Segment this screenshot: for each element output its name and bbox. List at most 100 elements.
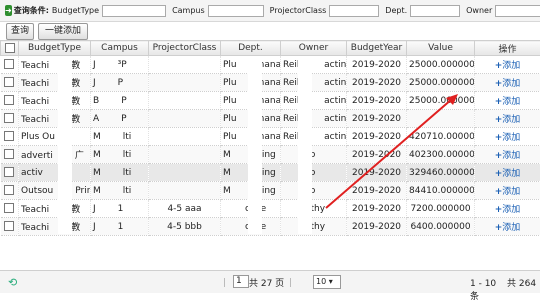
row-checkbox[interactable] <box>4 113 15 124</box>
cell-budgetyear-text: 2019-2020 <box>351 149 402 160</box>
cell-budgetyear: 2019-2020 <box>346 163 407 182</box>
cell-campus-text: lti <box>122 131 132 142</box>
cell-budgetyear-text: 2019-2020 <box>351 221 402 232</box>
budget-type-input[interactable] <box>102 4 167 17</box>
col-owner[interactable]: Owner <box>280 40 347 56</box>
add-link[interactable]: +添加 <box>495 223 521 233</box>
table-row[interactable]: adverti广MltiMetingko2019-2020402300.0000… <box>0 145 540 164</box>
campus-label: Campus <box>172 6 205 15</box>
row-checkbox-cell[interactable] <box>0 145 19 164</box>
row-checkbox[interactable] <box>4 221 15 232</box>
owner-input[interactable] <box>495 4 540 17</box>
add-link[interactable]: +添加 <box>495 133 521 143</box>
cell-budgettype: adverti 广 <box>18 145 91 164</box>
row-checkbox-cell[interactable] <box>0 181 19 200</box>
select-all-header[interactable] <box>0 40 19 56</box>
cell-owner: Reikacting) <box>280 91 347 110</box>
cell-value-text: 6400.000000 <box>410 221 471 232</box>
cell-campus-text: J <box>93 77 96 88</box>
cell-campus-text: lti <box>122 167 132 178</box>
table-row[interactable]: Teachi教BPPlunanagerReikacting)2019-20202… <box>0 91 540 110</box>
table-row[interactable]: Teachi教JPPlunanagerReikacting)2019-20202… <box>0 73 540 92</box>
row-checkbox[interactable] <box>4 95 15 106</box>
add-link[interactable]: +添加 <box>495 79 521 89</box>
table-row[interactable]: OutsouPrinMltiMetingko2019-202084410.000… <box>0 181 540 200</box>
col-campus[interactable]: Campus <box>90 40 149 56</box>
table-row[interactable]: Teachi教J³PPlunanagerReikacting)2019-2020… <box>0 55 540 74</box>
add-link[interactable]: +添加 <box>495 97 521 107</box>
add-label: 添加 <box>502 61 521 71</box>
col-budgetyear[interactable]: BudgetYear <box>346 40 407 56</box>
add-link[interactable]: +添加 <box>495 61 521 71</box>
row-checkbox[interactable] <box>4 149 15 160</box>
row-checkbox-cell[interactable] <box>0 55 19 74</box>
page-size-select[interactable]: 10 ▾ <box>313 275 341 289</box>
row-checkbox[interactable] <box>4 77 15 88</box>
add-link[interactable]: +添加 <box>495 115 521 125</box>
row-checkbox-cell[interactable] <box>0 73 19 92</box>
add-label: 添加 <box>502 115 521 125</box>
owner-label: Owner <box>466 6 493 15</box>
cell-budgettype-text: Teachi <box>21 97 50 107</box>
cell-projectorclass: 4-5 aaa <box>148 199 221 218</box>
cell-value-text: 420710.000000 <box>409 131 475 142</box>
row-checkbox[interactable] <box>4 131 15 142</box>
row-checkbox-cell[interactable] <box>0 199 19 218</box>
cell-action: +添加 <box>474 91 540 110</box>
cell-dept-text: Plu <box>223 95 237 106</box>
table-row[interactable]: Teachi教APPlunanagerReikacting)2019-2020+… <box>0 109 540 128</box>
cell-budgettype: Teachi 教 <box>18 199 91 218</box>
cell-action: +添加 <box>474 109 540 128</box>
table-row[interactable]: Plus OuMltiPlunanagerReikacting)2019-202… <box>0 127 540 146</box>
table-row[interactable]: Teachi教J14-5 aaacipleothy2019-20207200.0… <box>0 199 540 218</box>
table-header: BudgetType Campus ProjectorClass Dept. O… <box>0 40 540 56</box>
row-checkbox[interactable] <box>4 203 15 214</box>
add-link[interactable]: +添加 <box>495 205 521 215</box>
col-dept[interactable]: Dept. <box>220 40 281 56</box>
add-link[interactable]: +添加 <box>495 169 521 179</box>
cell-budgettype-text: 教 <box>71 205 81 215</box>
refresh-icon[interactable]: ⟲ <box>8 276 17 289</box>
page-input[interactable]: 1 <box>233 275 249 288</box>
add-link[interactable]: +添加 <box>495 151 521 161</box>
row-checkbox-cell[interactable] <box>0 109 19 128</box>
row-checkbox-cell[interactable] <box>0 127 19 146</box>
row-checkbox-cell[interactable] <box>0 217 19 236</box>
dept-input[interactable] <box>410 4 461 17</box>
cell-owner: ko <box>280 145 347 164</box>
query-button[interactable]: 查询 <box>6 23 34 40</box>
cell-campus-text: 1 <box>117 221 124 232</box>
cell-owner: ko <box>280 181 347 200</box>
table-row[interactable]: activMltiMetingko2019-2020329460.000000+… <box>0 163 540 182</box>
add-label: 添加 <box>502 187 521 197</box>
cell-budgetyear-text: 2019-2020 <box>351 167 402 178</box>
dept-label: Dept. <box>385 6 408 15</box>
cell-value: 329460.000000 <box>406 163 475 182</box>
col-projectorclass[interactable]: ProjectorClass <box>148 40 221 56</box>
cell-budgettype-text: 教 <box>71 223 81 233</box>
add-label: 添加 <box>502 151 521 161</box>
cell-campus: J1 <box>90 217 149 236</box>
table-row[interactable]: Teachi教J14-5 bbbcipleothy2019-20206400.0… <box>0 217 540 236</box>
cell-campus-text: M <box>93 149 101 160</box>
row-checkbox[interactable] <box>4 167 15 178</box>
row-checkbox[interactable] <box>4 59 15 70</box>
cell-dept-text: Plu <box>223 113 237 124</box>
bulk-add-button[interactable]: 一键添加 <box>38 23 88 40</box>
cell-dept-text: M <box>223 167 231 178</box>
cell-budgettype-text: adverti <box>21 151 53 161</box>
cell-campus: Mlti <box>90 163 149 182</box>
row-checkbox[interactable] <box>4 185 15 196</box>
add-link[interactable]: +添加 <box>495 187 521 197</box>
col-budgettype[interactable]: BudgetType <box>18 40 91 56</box>
col-value[interactable]: Value <box>406 40 475 56</box>
col-action: 操作 <box>474 40 540 56</box>
projector-class-input[interactable] <box>329 4 380 17</box>
row-checkbox-cell[interactable] <box>0 163 19 182</box>
cell-campus-text: J <box>93 221 96 232</box>
campus-input[interactable] <box>207 4 264 17</box>
select-all-checkbox[interactable] <box>4 42 15 53</box>
row-checkbox-cell[interactable] <box>0 91 19 110</box>
cell-budgettype: activ <box>18 163 91 182</box>
redaction-block <box>248 56 262 234</box>
